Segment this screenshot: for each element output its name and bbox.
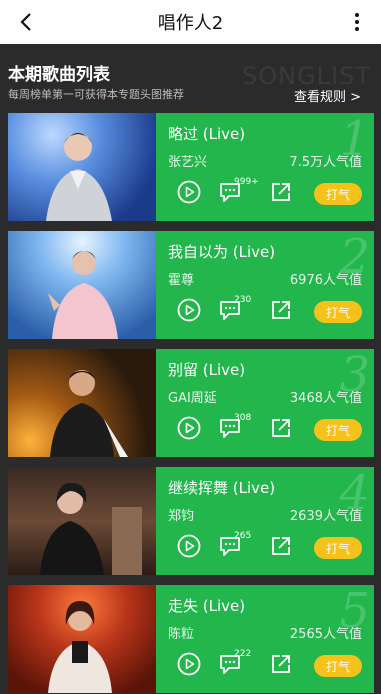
play-icon <box>177 534 201 558</box>
share-button[interactable] <box>266 295 296 325</box>
comment-count: 265 <box>234 531 252 541</box>
boost-button[interactable]: 打气 <box>314 419 362 441</box>
share-icon <box>272 183 290 201</box>
artist-name[interactable]: 郑钧 <box>168 505 194 524</box>
comment-count: 230 <box>234 295 252 305</box>
popularity-value: 6976人气值 <box>289 273 362 288</box>
song-card[interactable]: 4 继续挥舞 (Live) 郑钧 2639人气值 265 打气 <box>8 465 374 575</box>
song-title[interactable]: 我自以为 (Live) <box>168 241 275 262</box>
song-card[interactable]: 2 我自以为 (Live) 霍尊 6976人气值 230 打气 <box>8 229 374 339</box>
song-card[interactable]: 3 别留 (Live) GAI周延 3468人气值 308 打气 <box>8 347 374 457</box>
comment-count: 222 <box>234 649 252 659</box>
top-bar: 唱作人2 <box>0 0 381 44</box>
artist-name[interactable]: GAI周延 <box>168 387 217 406</box>
song-info-panel: 4 继续挥舞 (Live) 郑钧 2639人气值 265 打气 <box>156 465 374 575</box>
artist-name[interactable]: 霍尊 <box>168 269 194 288</box>
song-title[interactable]: 走失 (Live) <box>168 595 245 616</box>
song-info-panel: 1 略过 (Live) 张艺兴 7.5万人气值 999+ 打气 <box>156 111 374 221</box>
artist-name[interactable]: 陈粒 <box>168 623 194 642</box>
comment-count: 999+ <box>234 177 259 187</box>
section-title: 本期歌曲列表 <box>8 65 110 85</box>
play-button[interactable] <box>174 295 204 325</box>
song-list-header: SONGLIST 本期歌曲列表 每周榜单第一可获得本专题头图推荐 查看规则 > <box>0 44 381 110</box>
song-cover-image[interactable] <box>8 231 156 339</box>
share-icon <box>272 301 290 319</box>
boost-button[interactable]: 打气 <box>314 537 362 559</box>
song-info-panel: 2 我自以为 (Live) 霍尊 6976人气值 230 打气 <box>156 229 374 339</box>
share-button[interactable] <box>266 531 296 561</box>
share-icon <box>272 537 290 555</box>
share-icon <box>272 419 290 437</box>
boost-button[interactable]: 打气 <box>314 301 362 323</box>
more-button[interactable] <box>343 8 371 36</box>
share-button[interactable] <box>266 177 296 207</box>
boost-button[interactable]: 打气 <box>314 183 362 205</box>
play-icon <box>177 298 201 322</box>
view-rules-link[interactable]: 查看规则 > <box>294 86 361 105</box>
popularity-value: 3468人气值 <box>289 391 362 406</box>
popularity-value: 2639人气值 <box>289 509 362 524</box>
comment-count: 308 <box>234 413 252 423</box>
song-cover-image[interactable] <box>8 113 156 221</box>
back-button[interactable] <box>12 8 40 36</box>
play-button[interactable] <box>174 531 204 561</box>
play-button[interactable] <box>174 413 204 443</box>
share-button[interactable] <box>266 649 296 679</box>
song-card[interactable]: 5 走失 (Live) 陈粒 2565人气值 222 打气 <box>8 583 374 693</box>
play-icon <box>177 652 201 676</box>
share-icon <box>272 655 290 673</box>
chevron-left-icon <box>20 13 31 31</box>
share-button[interactable] <box>266 413 296 443</box>
song-cover-image[interactable] <box>8 467 156 575</box>
boost-button[interactable]: 打气 <box>314 655 362 677</box>
page-title: 唱作人2 <box>157 13 224 34</box>
popularity-value: 2565人气值 <box>289 627 362 642</box>
artist-name[interactable]: 张艺兴 <box>168 151 207 170</box>
section-subtitle: 每周榜单第一可获得本专题头图推荐 <box>8 88 184 101</box>
song-info-panel: 5 走失 (Live) 陈粒 2565人气值 222 打气 <box>156 583 374 693</box>
song-title[interactable]: 略过 (Live) <box>168 123 245 144</box>
play-button[interactable] <box>174 177 204 207</box>
song-cover-image[interactable] <box>8 585 156 693</box>
popularity-value: 7.5万人气值 <box>289 155 362 170</box>
song-title[interactable]: 继续挥舞 (Live) <box>168 477 275 498</box>
song-title[interactable]: 别留 (Live) <box>168 359 245 380</box>
song-cover-image[interactable] <box>8 349 156 457</box>
play-icon <box>177 180 201 204</box>
more-vertical-icon <box>355 13 359 31</box>
song-card[interactable]: 1 略过 (Live) 张艺兴 7.5万人气值 999+ 打气 <box>8 111 374 221</box>
play-button[interactable] <box>174 649 204 679</box>
play-icon <box>177 416 201 440</box>
song-info-panel: 3 别留 (Live) GAI周延 3468人气值 308 打气 <box>156 347 374 457</box>
